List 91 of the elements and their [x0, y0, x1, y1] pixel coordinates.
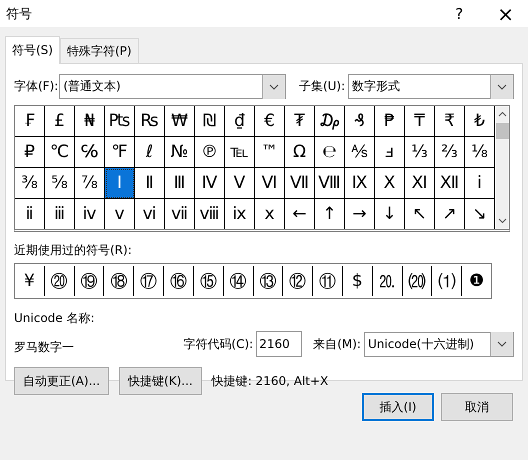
symbol-cell[interactable]: Ⅵ	[255, 168, 285, 199]
symbol-cell[interactable]: ↑	[315, 199, 345, 229]
symbol-cell[interactable]: ⅔	[435, 137, 465, 168]
unicode-name-value: 罗马数字一	[14, 339, 75, 356]
font-label: 字体(F):	[14, 78, 58, 95]
symbol-cell[interactable]: №	[165, 137, 195, 168]
symbol-cell[interactable]: ⅎ	[375, 137, 405, 168]
scroll-up-icon[interactable]	[498, 111, 506, 117]
symbol-cell[interactable]: ₪	[195, 106, 225, 137]
symbol-cell[interactable]: ↘	[465, 199, 494, 229]
symbol-cell[interactable]: ↖	[405, 199, 435, 229]
scrollbar[interactable]	[495, 106, 509, 229]
symbol-cell[interactable]: Ⅳ	[195, 168, 225, 199]
symbol-cell[interactable]: Ⅹ	[375, 168, 405, 199]
symbol-cell[interactable]: Ⅷ	[315, 168, 345, 199]
symbol-cell[interactable]: Ⅶ	[285, 168, 315, 199]
symbol-cell[interactable]: ₯	[315, 106, 345, 137]
from-label: 来自(M):	[313, 336, 361, 352]
symbol-cell[interactable]: Ⅻ	[435, 168, 465, 199]
symbol-cell[interactable]: ℡	[225, 137, 255, 168]
symbol-cell[interactable]: Ⅱ	[135, 168, 165, 199]
symbol-cell[interactable]: ⅱ	[15, 199, 45, 229]
shortcut-text: 快捷键: 2160, Alt+X	[212, 372, 328, 390]
symbol-cell[interactable]: ℗	[195, 137, 225, 168]
symbol-cell[interactable]: ⅝	[45, 168, 75, 199]
symbol-cell[interactable]: ⅶ	[165, 199, 195, 229]
symbol-cell[interactable]: ₦	[75, 106, 105, 137]
symbol-cell[interactable]: Ⅰ	[105, 168, 135, 199]
symbol-cell[interactable]: ↓	[375, 199, 405, 229]
symbol-cell[interactable]: ₹	[435, 106, 465, 137]
symbol-cell[interactable]: ™	[255, 137, 285, 168]
autocorrect-button[interactable]: 自动更正(A)...	[14, 367, 110, 395]
symbol-cell[interactable]: ₮	[285, 106, 315, 137]
recent-symbol[interactable]: ❶	[462, 266, 491, 296]
symbol-cell[interactable]: €	[255, 106, 285, 137]
subset-label: 子集(U):	[298, 78, 346, 95]
symbol-cell[interactable]: ₽	[15, 137, 45, 168]
symbol-cell[interactable]: ⅓	[405, 137, 435, 168]
char-code-label: 字符代码(C):	[183, 336, 254, 352]
symbol-cell[interactable]: ⅵ	[135, 199, 165, 229]
symbol-cell[interactable]: ₺	[465, 106, 494, 137]
symbol-cell[interactable]: Ⅸ	[345, 168, 375, 199]
symbol-cell[interactable]: ⅹ	[255, 199, 285, 229]
symbol-cell[interactable]: ⅳ	[75, 199, 105, 229]
shortcut-key-button[interactable]: 快捷键(K)...	[119, 367, 202, 395]
close-button[interactable]: ×	[497, 2, 514, 26]
symbol-cell[interactable]: Ⅺ	[405, 168, 435, 199]
tab[interactable]: 特殊字符(P)	[60, 38, 139, 63]
symbol-cell[interactable]: ←	[285, 199, 315, 229]
symbol-cell[interactable]: Ⅴ	[225, 168, 255, 199]
unicode-name-label: Unicode 名称:	[14, 310, 96, 327]
symbol-cell[interactable]: ⅸ	[225, 199, 255, 229]
symbol-cell[interactable]: ⅰ	[465, 168, 494, 199]
from-dropdown[interactable]: Unicode(十六进制)	[364, 332, 514, 356]
symbol-cell[interactable]: ⅍	[345, 137, 375, 168]
symbol-cell[interactable]: ⅛	[465, 137, 494, 168]
symbol-cell[interactable]: Ω	[285, 137, 315, 168]
recent-label: 近期使用过的符号(R):	[14, 242, 133, 259]
caret-icon	[490, 332, 513, 356]
caret-icon	[262, 74, 285, 98]
symbol-cell[interactable]: ₩	[165, 106, 195, 137]
symbol-cell[interactable]: →	[345, 199, 375, 229]
symbol-cell[interactable]: Ⅲ	[165, 168, 195, 199]
caret-icon	[490, 74, 513, 98]
help-button[interactable]: ?	[455, 4, 464, 22]
symbol-cell[interactable]: ℃	[45, 137, 75, 168]
symbol-cell[interactable]: ₣	[15, 106, 45, 137]
symbol-cell[interactable]: £	[45, 106, 75, 137]
scroll-down-icon[interactable]	[498, 218, 506, 224]
symbol-cell[interactable]: ⅴ	[105, 199, 135, 229]
symbol-cell[interactable]: ₱	[375, 106, 405, 137]
insert-button[interactable]: 插入(I)	[362, 393, 434, 421]
tab[interactable]: 符号(S)	[5, 36, 60, 64]
symbol-cell[interactable]: ℮	[315, 137, 345, 168]
cancel-button[interactable]: 取消	[441, 393, 513, 421]
window-title: 符号	[6, 6, 33, 22]
symbol-cell[interactable]: ⅷ	[195, 199, 225, 229]
symbol-cell[interactable]: ₫	[225, 106, 255, 137]
scroll-thumb[interactable]	[496, 123, 508, 139]
char-code-field[interactable]: 2160	[256, 331, 302, 357]
symbol-cell[interactable]: ℓ	[135, 137, 165, 168]
symbol-cell[interactable]: ₸	[405, 106, 435, 137]
symbol-cell[interactable]: ₧	[105, 106, 135, 137]
symbol-cell[interactable]: ₰	[345, 106, 375, 137]
symbol-cell[interactable]: ⅜	[15, 168, 45, 199]
symbol-cell[interactable]: ℅	[75, 137, 105, 168]
font-dropdown[interactable]: (普通文本)	[59, 74, 286, 99]
symbol-cell[interactable]: ⅲ	[45, 199, 75, 229]
symbol-cell[interactable]: ↗	[435, 199, 465, 229]
symbol-cell[interactable]: ₨	[135, 106, 165, 137]
subset-dropdown[interactable]: 数字形式	[348, 74, 514, 99]
